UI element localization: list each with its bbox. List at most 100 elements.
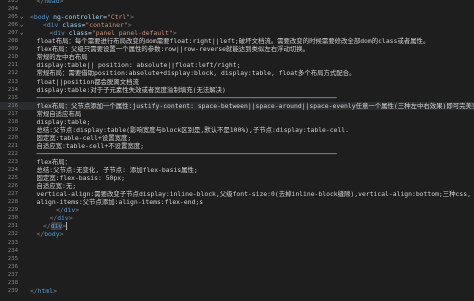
line-number: 222	[7, 150, 18, 157]
code-line[interactable]: 231 </div>	[0, 222, 474, 231]
code-line[interactable]: 206 ⌄ <div class="container">	[0, 21, 474, 29]
code-line[interactable]: 213 float||position都会脱离文档流	[0, 78, 474, 86]
code-content: 总结:父节点:无变化, 子节点: 添加flex-basis属性;	[37, 166, 198, 174]
code-line[interactable]: 208 float布局：每个需要进行布局改变的dom需要float:right||…	[0, 37, 474, 45]
code-line[interactable]: 225 固定宽:flex-basis: 50px;	[0, 174, 474, 182]
text-content: display:table|| position: absolute||floa…	[36, 61, 241, 70]
code-line[interactable]: 236	[0, 263, 474, 271]
text-content: 固定宽:flex-basis: 50px;	[36, 174, 125, 183]
code-line[interactable]: 235	[0, 255, 474, 263]
fold-chevron-icon[interactable]: ⌄	[20, 21, 23, 29]
code-line[interactable]: 224 总结:父节点:无变化, 子节点: 添加flex-basis属性;	[0, 166, 474, 174]
code-content: flex布局：	[37, 158, 72, 166]
code-content: 自适应宽:无;	[37, 182, 77, 190]
attribute-name: class	[62, 21, 82, 30]
tag-bracket: >	[130, 13, 134, 22]
tag-name: div	[50, 222, 63, 231]
code-content: 常规布局：需要借助position:absolute+display:block…	[37, 69, 356, 77]
code-line[interactable]: 218 display:table;	[0, 118, 474, 126]
tag-name: div	[46, 21, 59, 30]
tag-name: html	[37, 286, 54, 295]
line-number: 206	[7, 22, 18, 29]
text-content: float||position都会脱离文档流	[36, 77, 139, 86]
code-content: vertical-align:需要改变子节点display:inline-blo…	[37, 190, 471, 198]
line-number: 214	[7, 86, 18, 93]
code-line[interactable]: 204	[0, 5, 474, 13]
tag-bracket: >	[59, 230, 64, 239]
code-content: display:table:对于子元素性失效或者宽度溢制填充(无法解决)	[37, 86, 226, 94]
code-line[interactable]: 229 </div>	[0, 206, 474, 214]
code-line[interactable]: 211 display:table|| position: absolute||f…	[0, 61, 474, 69]
code-line[interactable]: 238	[0, 279, 474, 287]
fold-chevron-icon[interactable]: ⌄	[20, 13, 23, 21]
code-line[interactable]: 230 </div>	[0, 214, 474, 222]
code-line[interactable]: 228 align-items:父节点添加:align-items:flex-en…	[0, 198, 474, 206]
text-content: ────────────────────────────────────────…	[36, 149, 337, 158]
code-line[interactable]: 214 display:table:对于子元素性失效或者宽度溢制填充(无法解决)	[0, 86, 474, 94]
code-content: flex布局：父级只需要设置一个属性的参数:row||row-reverse就能…	[37, 45, 310, 53]
line-number: 212	[7, 70, 18, 77]
code-line[interactable]: 209 flex布局：父级只需要设置一个属性的参数:row||row-revers…	[0, 45, 474, 53]
text-content: display:table;	[36, 117, 91, 126]
attribute-value: "container"	[85, 21, 128, 30]
code-editor[interactable]: 203 </head> 204 205 ⌄ <body ng-controller="Ct…	[0, 0, 474, 301]
tag-bracket: >	[68, 214, 73, 223]
text-content: float布局：每个需要进行布局改变的dom需要float:right||lef…	[36, 37, 430, 46]
code-line[interactable]: 219 总结:父节点:display:table(影响宽度与block区别是,默认…	[0, 126, 474, 134]
code-line[interactable]: 237	[0, 271, 474, 279]
code-line[interactable]: 210 常规的左中右布局	[0, 53, 474, 61]
code-line[interactable]: 226 自适应宽:无;	[0, 182, 474, 190]
line-number: 220	[7, 134, 18, 141]
tag-bracket: >	[172, 29, 177, 38]
attribute-value: "Ctrl"	[107, 13, 131, 22]
code-content: flex布局：父节点添加一个属性:justify-content: space-…	[37, 102, 474, 110]
tag-bracket: >	[127, 21, 132, 30]
line-number: 221	[7, 142, 18, 149]
tag-bracket: >	[75, 206, 80, 215]
code-line[interactable]: 239 </html>	[0, 287, 474, 295]
code-content: </html>	[30, 287, 57, 295]
line-number: 210	[7, 54, 18, 61]
code-line[interactable]: 221 自适应宽:table-cell+不设置宽度;	[0, 142, 474, 150]
code-line[interactable]: 216 flex布局：父节点添加一个属性:justify-content: spa…	[0, 101, 474, 110]
text-content: 自适应宽:table-cell+不设置宽度;	[36, 141, 145, 150]
code-content: </div>	[56, 206, 79, 214]
code-line[interactable]: 223 flex布局：	[0, 158, 474, 166]
code-content: display:table;	[37, 118, 91, 126]
line-number: 204	[7, 6, 18, 13]
code-line[interactable]: 220 固定宽:table-cell+设置宽度;	[0, 134, 474, 142]
text-content: 固定宽:table-cell+设置宽度;	[36, 133, 132, 142]
code-content: <div class="panel panel-default">	[50, 29, 177, 37]
line-number: 217	[7, 110, 18, 117]
line-number: 207	[7, 30, 18, 37]
code-line[interactable]: 233	[0, 239, 474, 247]
text-content: 总结:父节点:无变化, 子节点: 添加flex-basis属性;	[36, 166, 198, 175]
line-number: 216	[7, 102, 18, 109]
code-content: 自适应宽:table-cell+不设置宽度;	[37, 142, 145, 150]
code-line[interactable]: 205 ⌄ <body ng-controller="Ctrl">	[0, 13, 474, 21]
text-content: display:table:对于子元素性失效或者宽度溢制填充(无法解决)	[36, 85, 226, 94]
line-number: 233	[7, 239, 18, 246]
code-line[interactable]: 207 ⌄ <div class="panel panel-default">	[0, 29, 474, 37]
attribute-name: ng-controller	[53, 13, 104, 22]
tag-name: body	[44, 230, 60, 239]
line-number: 218	[7, 118, 18, 125]
code-line[interactable]: 234	[0, 247, 474, 255]
code-line[interactable]: 232 </body>	[0, 230, 474, 238]
attribute-name: class	[68, 29, 89, 38]
line-number: 238	[7, 279, 18, 286]
text-content: flex布局：父级只需要设置一个属性的参数:row||row-reverse就能…	[36, 45, 310, 54]
code-content: 固定宽:flex-basis: 50px;	[37, 174, 125, 182]
attribute-value: "panel panel-default"	[91, 29, 173, 38]
code-line[interactable]: 217 常规自适应布局	[0, 110, 474, 118]
line-number: 226	[7, 183, 18, 190]
text-content: 总结:父节点:display:table(影响宽度与block区别是,默认不是1…	[36, 125, 350, 134]
code-line[interactable]: 215 ─────────────────────────────────────…	[0, 94, 474, 102]
code-line[interactable]: 227 vertical-align:需要改变子节点display:inline-…	[0, 190, 474, 198]
text-content: ────────────────────────────────────────…	[36, 93, 337, 102]
code-line[interactable]: 212 常规布局：需要借助position:absolute+display:bl…	[0, 69, 474, 77]
line-number: 211	[7, 62, 18, 69]
fold-chevron-icon[interactable]: ⌄	[20, 29, 23, 37]
code-content: 常规的左中右布局	[37, 53, 88, 61]
code-line[interactable]: 222 ─────────────────────────────────────…	[0, 150, 474, 158]
